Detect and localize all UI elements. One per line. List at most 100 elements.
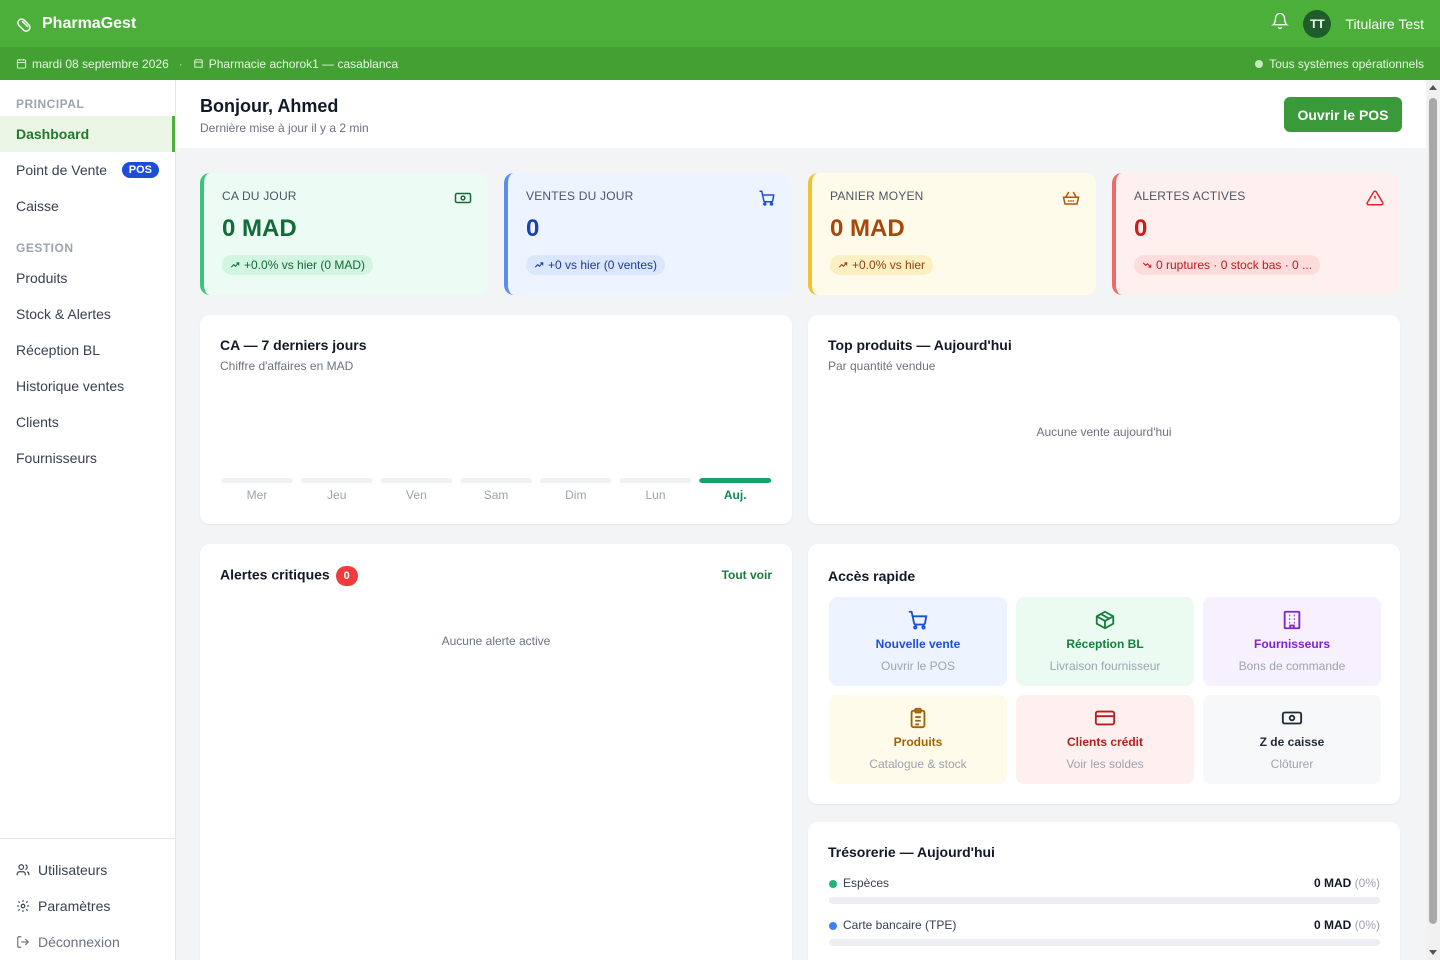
section-gestion: GESTION [16,241,74,255]
see-all-link[interactable]: Tout voir [722,568,772,582]
tile-z-de-caisse[interactable]: Z de caisse Clôturer [1203,695,1381,784]
current-date: mardi 08 septembre 2026 [16,57,169,71]
bell-icon [1271,12,1290,30]
treasury-panel: Trésorerie — Aujourd'hui Espèces 0 MAD (… [808,822,1400,960]
avatar[interactable]: TT [1303,9,1332,38]
treasury-row-carte: Carte bancaire (TPE) 0 MAD (0%) [829,918,1380,946]
gear-icon [17,900,29,912]
sidebar-item-dashboard[interactable]: Dashboard [0,116,175,152]
tick-label: Dim [565,488,586,502]
kpi-trend-badge: +0.0% vs hier [830,255,934,275]
kpi-panier-moyen: PANIER MOYEN 0 MAD +0.0% vs hier [808,173,1096,295]
scroll-up-icon[interactable] [1429,85,1437,90]
top-products-title: Top produits — Aujourd'hui [828,337,1012,353]
kpi-trend-badge: 0 ruptures · 0 stock bas · 0 ... [1134,255,1321,275]
logout-icon [17,936,30,948]
tile-reception-bl[interactable]: Réception BL Livraison fournisseur [1016,597,1194,686]
pharmacy-name: Pharmacie achorok1 — casablanca [193,57,398,71]
cart-icon [759,190,775,206]
bar-ven[interactable] [380,478,453,483]
bar-jeu[interactable] [300,478,373,483]
package-icon [1095,610,1115,630]
pill-icon [17,17,31,32]
trend-up-icon [838,262,848,268]
tile-fournisseurs[interactable]: Fournisseurs Bons de commande [1203,597,1381,686]
bar-auj[interactable] [699,478,772,483]
system-status: Tous systèmes opérationnels [1255,57,1424,71]
tile-produits[interactable]: Produits Catalogue & stock [829,695,1007,784]
alert-count-badge: 0 [335,566,358,586]
bar-dim[interactable] [539,478,612,483]
sidebar-item-fournisseurs[interactable]: Fournisseurs [0,440,175,476]
kpi-value: 0 [526,215,540,242]
sidebar-item-produits[interactable]: Produits [0,260,175,296]
bar-mer[interactable] [221,478,293,483]
tick-label: Sam [484,488,509,502]
sidebar-item-deconnexion[interactable]: Déconnexion [0,924,175,960]
kpi-value: 0 MAD [830,215,905,242]
tick-label: Ven [406,488,427,502]
tick-label: Auj. [724,488,747,502]
top-products-subtitle: Par quantité vendue [828,359,936,373]
separator: · [178,56,183,71]
basket-icon [1062,191,1080,205]
alerts-title: Alertes critiques 0 [220,566,772,586]
brand[interactable]: PharmaGest [16,15,136,33]
sidebar-item-historique-ventes[interactable]: Historique ventes [0,368,175,404]
tick-label: Jeu [327,488,346,502]
legend-dot-icon [829,921,837,930]
store-icon [193,59,203,68]
kpi-ventes-du-jour: VENTES DU JOUR 0 +0 vs hier (0 ventes) [504,173,792,295]
treasury-bar [829,897,1380,904]
building-icon [1283,610,1301,630]
treasury-title: Trésorerie — Aujourd'hui [828,844,995,860]
kpi-alertes-actives: ALERTES ACTIVES 0 0 ruptures · 0 stock b… [1112,173,1400,295]
user-name[interactable]: Titulaire Test [1345,16,1424,32]
bar-lun[interactable] [619,478,692,483]
top-bar: PharmaGest TT Titulaire Test [0,0,1440,47]
tick-label: Lun [645,488,665,502]
open-pos-button[interactable]: Ouvrir le POS [1284,97,1402,132]
treasury-row-especes: Espèces 0 MAD (0%) [829,876,1380,904]
sidebar-item-parametres[interactable]: Paramètres [0,888,175,924]
scrollbar[interactable] [1426,80,1440,960]
sidebar-item-caisse[interactable]: Caisse [0,188,175,224]
critical-alerts-panel: Alertes critiques 0 Tout voir Aucune aler… [200,544,792,960]
users-icon [16,864,30,876]
legend-dot-icon [829,879,837,888]
info-bar: mardi 08 septembre 2026 · Pharmacie acho… [0,47,1440,80]
scrollbar-thumb[interactable] [1429,98,1437,924]
notifications-button[interactable] [1271,12,1290,35]
top-products-empty: Aucune vente aujourd'hui [1036,425,1172,439]
sidebar-item-utilisateurs[interactable]: Utilisateurs [0,852,175,888]
sidebar-item-clients[interactable]: Clients [0,404,175,440]
ca-bar-chart: Mer Jeu Ven Sam Dim Lun Auj. [221,478,772,502]
cart-icon [908,610,928,630]
cash-icon [1281,711,1303,725]
section-principal: PRINCIPAL [16,97,85,111]
tile-clients-credit[interactable]: Clients crédit Voir les soldes [1016,695,1194,784]
tick-label: Mer [247,488,268,502]
calendar-icon [16,58,27,69]
clipboard-icon [910,707,926,729]
app-name: PharmaGest [42,14,137,32]
status-dot-icon [1255,59,1264,68]
sidebar-item-stock-alertes[interactable]: Stock & Alertes [0,296,175,332]
page-header: Bonjour, Ahmed Dernière mise à jour il y… [176,80,1426,148]
cash-icon [454,192,472,204]
kpi-value: 0 [1134,215,1148,242]
sidebar-item-reception-bl[interactable]: Réception BL [0,332,175,368]
sidebar-footer: Utilisateurs Paramètres Déconnexion [0,838,175,960]
bar-sam[interactable] [460,478,533,483]
trend-up-icon [534,262,544,268]
warning-icon [1366,190,1384,206]
treasury-bar [829,939,1380,946]
scroll-down-icon[interactable] [1429,950,1437,955]
sidebar-item-point-de-vente[interactable]: Point de Vente POS [0,152,175,188]
kpi-trend-badge: +0.0% vs hier (0 MAD) [222,255,374,275]
sidebar: PRINCIPAL Dashboard Point de Vente POS C… [0,80,176,960]
tile-nouvelle-vente[interactable]: Nouvelle vente Ouvrir le POS [829,597,1007,686]
credit-card-icon [1094,710,1116,726]
trend-up-icon [230,262,240,268]
alerts-empty: Aucune alerte active [441,634,551,648]
